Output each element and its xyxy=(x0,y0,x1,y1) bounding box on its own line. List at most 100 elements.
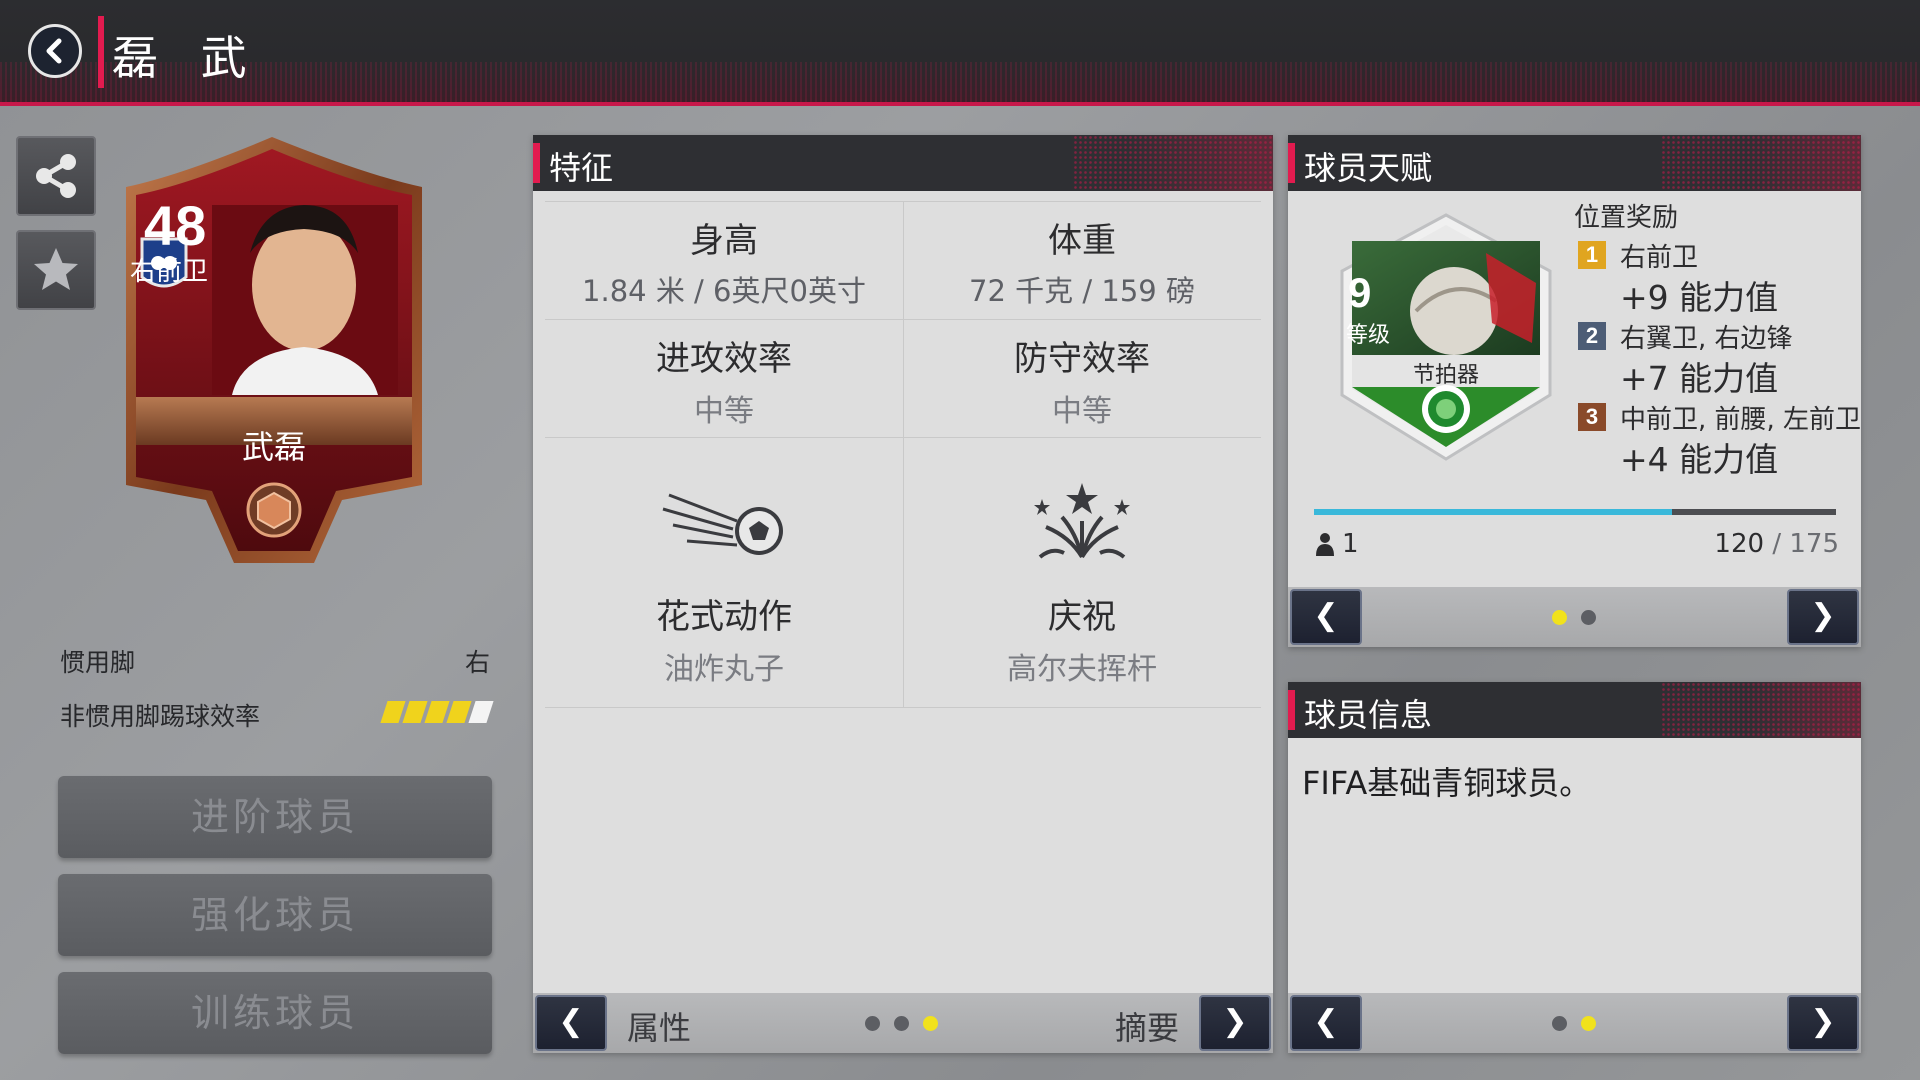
defense-workrate-label: 防守效率 xyxy=(1014,339,1150,379)
favorite-button[interactable] xyxy=(16,230,96,310)
talent-panel: 球员天赋 9 等级 节拍器 位置奖励 1 右前卫 +9 能力值 2 右翼卫, 右… xyxy=(1288,135,1861,647)
info-page-indicator xyxy=(1552,1016,1596,1031)
features-page-indicator xyxy=(865,1016,938,1031)
features-title: 特征 xyxy=(549,149,614,187)
defense-workrate-cell: 防守效率 中等 xyxy=(903,331,1261,430)
celebration-label: 庆祝 xyxy=(1048,597,1116,637)
weak-foot-star xyxy=(446,701,472,723)
talent-progress-track xyxy=(1314,509,1836,515)
skill-move-cell: 花式动作 油炸丸子 xyxy=(545,481,903,688)
talent-footer: ❮ ❯ xyxy=(1288,587,1861,647)
chevron-left-icon xyxy=(46,38,62,64)
top-bar: 磊 武 xyxy=(0,0,1920,106)
player-card[interactable]: 48 右前卫 武磊 xyxy=(122,135,426,565)
card-position: 右前卫 xyxy=(130,257,209,287)
preferred-foot-label: 惯用脚 xyxy=(60,648,136,677)
page-dot[interactable] xyxy=(865,1016,880,1031)
bonus-value: +7 能力值 xyxy=(1620,359,1779,398)
page-title: 磊 武 xyxy=(112,31,261,85)
height-value: 1.84 米 / 6英尺0英寸 xyxy=(582,274,866,308)
owner-count-value: 1 xyxy=(1342,529,1359,559)
advance-player-button[interactable]: 进阶球员 xyxy=(58,776,492,858)
preferred-foot-value: 右 xyxy=(464,648,490,677)
progress-separator: / xyxy=(1772,529,1782,559)
preferred-foot-row: 惯用脚 右 xyxy=(60,643,490,679)
card-player-name: 武磊 xyxy=(241,428,306,466)
person-icon xyxy=(1316,533,1334,556)
share-icon xyxy=(36,154,76,198)
info-next-button[interactable]: ❯ xyxy=(1787,995,1859,1051)
attack-workrate-cell: 进攻效率 中等 xyxy=(545,331,903,430)
card-rating: 48 xyxy=(144,194,207,257)
progress-current: 120 xyxy=(1714,529,1765,559)
player-info-panel: 球员信息 FIFA基础青铜球员。 ❮ ❯ xyxy=(1288,682,1861,1053)
chevron-left-icon: ❮ xyxy=(1313,1004,1339,1039)
page-dot[interactable] xyxy=(1581,610,1596,625)
bonus-rank-badge: 2 xyxy=(1578,322,1606,350)
chevron-right-icon: ❯ xyxy=(1810,1004,1836,1039)
talent-progress-text: 120 / 175 xyxy=(1714,529,1839,559)
features-panel: 特征 身高 1.84 米 / 6英尺0英寸 体重 72 千克 / 159 磅 进… xyxy=(533,135,1273,1053)
talent-badge-name: 节拍器 xyxy=(1412,363,1479,388)
info-footer: ❮ ❯ xyxy=(1288,993,1861,1053)
talent-next-button[interactable]: ❯ xyxy=(1787,589,1859,645)
features-header: 特征 xyxy=(533,135,1273,191)
talent-badge-level-label: 等级 xyxy=(1346,323,1391,348)
bonus-positions: 中前卫, 前腰, 左前卫 xyxy=(1620,405,1862,435)
talent-prev-button[interactable]: ❮ xyxy=(1290,589,1362,645)
chevron-right-icon: ❯ xyxy=(1222,1004,1248,1039)
upgrade-player-button[interactable]: 强化球员 xyxy=(58,874,492,956)
celebration-value: 高尔夫挥杆 xyxy=(1007,652,1157,687)
attack-workrate-value: 中等 xyxy=(694,394,754,429)
title-accent-bar xyxy=(98,16,104,88)
page-dot[interactable] xyxy=(894,1016,909,1031)
features-prev-button[interactable]: ❮ xyxy=(535,995,607,1051)
features-footer-right-label[interactable]: 摘要 xyxy=(1115,1003,1179,1049)
back-button[interactable] xyxy=(28,24,82,78)
talent-page-indicator xyxy=(1552,610,1596,625)
weight-value: 72 千克 / 159 磅 xyxy=(969,274,1195,308)
weak-foot-star xyxy=(402,701,428,723)
info-header: 球员信息 xyxy=(1288,682,1861,738)
page-dot[interactable] xyxy=(1581,1016,1596,1031)
share-button[interactable] xyxy=(16,136,96,216)
celebration-icon xyxy=(1034,483,1130,559)
weak-foot-row: 非惯用脚踢球效率 xyxy=(60,697,494,733)
bonus-value: +9 能力值 xyxy=(1620,278,1779,317)
talent-badge[interactable]: 9 等级 节拍器 xyxy=(1336,213,1556,463)
bonus-rank-badge: 1 xyxy=(1578,241,1606,269)
page-dot[interactable] xyxy=(1552,1016,1567,1031)
attack-workrate-label: 进攻效率 xyxy=(656,339,792,379)
defense-workrate-value: 中等 xyxy=(1052,394,1112,429)
player-info-text: FIFA基础青铜球员。 xyxy=(1302,764,1592,802)
talent-progress-fill xyxy=(1314,509,1673,515)
talent-title: 球员天赋 xyxy=(1304,149,1433,187)
weak-foot-star xyxy=(468,701,494,723)
features-next-button[interactable]: ❯ xyxy=(1199,995,1271,1051)
progress-max: 175 xyxy=(1789,529,1839,559)
features-footer-left-label[interactable]: 属性 xyxy=(627,1003,691,1049)
celebration-cell: 庆祝 高尔夫挥杆 xyxy=(903,481,1261,688)
skill-ball-icon xyxy=(662,493,783,555)
info-prev-button[interactable]: ❮ xyxy=(1290,995,1362,1051)
weight-label: 体重 xyxy=(1048,221,1116,261)
chevron-left-icon: ❮ xyxy=(558,1004,584,1039)
bonus-rank-badge: 3 xyxy=(1578,403,1606,431)
page-dot[interactable] xyxy=(923,1016,938,1031)
height-cell: 身高 1.84 米 / 6英尺0英寸 xyxy=(545,213,903,310)
weak-foot-star xyxy=(424,701,450,723)
weak-foot-star xyxy=(380,701,406,723)
weak-foot-label: 非惯用脚踢球效率 xyxy=(60,702,261,731)
skill-move-value: 油炸丸子 xyxy=(664,652,784,687)
page-dot[interactable] xyxy=(1552,610,1567,625)
train-player-button[interactable]: 训练球员 xyxy=(58,972,492,1054)
grid-line xyxy=(545,707,1261,708)
star-icon xyxy=(34,248,78,290)
weak-foot-rating xyxy=(380,701,494,723)
talent-owner-count: 1 xyxy=(1314,529,1359,559)
bonus-value: +4 能力值 xyxy=(1620,440,1779,479)
bonus-positions: 右翼卫, 右边锋 xyxy=(1620,324,1793,354)
skill-move-label: 花式动作 xyxy=(656,597,792,637)
talent-badge-level: 9 xyxy=(1348,269,1372,316)
chevron-left-icon: ❮ xyxy=(1313,598,1339,633)
